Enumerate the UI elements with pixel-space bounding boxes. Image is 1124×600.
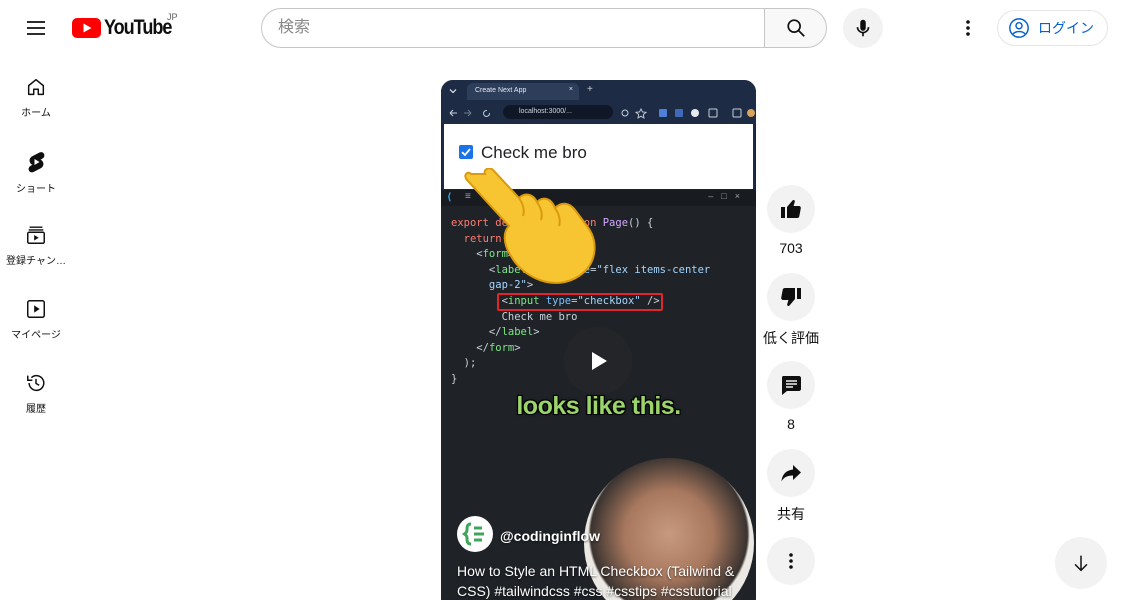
like-count: 703 xyxy=(779,240,803,256)
comment-count: 8 xyxy=(787,416,795,432)
editor-window-controls-icon: –□× xyxy=(708,191,748,201)
share-button[interactable] xyxy=(767,449,815,497)
video-tab-close-icon: × xyxy=(568,86,573,93)
logo-wordmark: YouTube xyxy=(104,16,172,39)
youtube-play-logo-icon xyxy=(72,18,101,38)
like-action: 703 xyxy=(767,185,815,256)
share-label: 共有 xyxy=(777,506,805,522)
play-button[interactable] xyxy=(564,327,632,395)
sidebar-item-label: ショート xyxy=(16,184,56,195)
demo-checkbox-label: Check me bro xyxy=(481,143,587,162)
vscode-icon: ⟨ xyxy=(447,192,452,203)
settings-more-button[interactable] xyxy=(948,8,988,48)
top-bar: YouTube JP ログイン xyxy=(0,0,1124,56)
share-action: 共有 xyxy=(767,449,815,524)
dislike-button[interactable] xyxy=(767,273,815,321)
more-vertical-icon xyxy=(789,553,793,569)
hamburger-menu-icon xyxy=(27,21,45,35)
video-nav-arrows-icon xyxy=(449,109,491,117)
sidebar-item-history[interactable]: 履歴 xyxy=(4,352,68,426)
history-icon xyxy=(27,375,45,392)
arrow-down-icon xyxy=(1074,555,1088,572)
sidebar-item-home[interactable]: ホーム xyxy=(4,56,68,130)
share-icon xyxy=(781,465,801,482)
code-line-8: </label> xyxy=(451,326,540,339)
account-circle-icon xyxy=(1009,18,1029,38)
search-button[interactable] xyxy=(764,8,827,48)
more-action xyxy=(767,537,815,585)
library-icon xyxy=(27,300,45,318)
search-input[interactable] xyxy=(261,8,764,48)
code-line-10: ); xyxy=(451,357,477,370)
home-icon xyxy=(27,78,45,96)
video-browser-bar: Create Next App × + localhost:3000/... xyxy=(441,80,756,124)
comment-button[interactable] xyxy=(767,361,815,409)
browser-dropdown-icon xyxy=(449,89,457,94)
code-line-7: Check me bro xyxy=(451,310,578,323)
sidebar-item-label: 履歴 xyxy=(26,404,46,415)
pointing-hand-emoji-icon xyxy=(464,168,596,284)
sidebar-item-mypage[interactable]: マイページ xyxy=(4,278,68,352)
comment-action: 8 xyxy=(767,361,815,432)
sidebar-item-label: 登録チャン… xyxy=(6,256,66,267)
thumbs-up-icon xyxy=(781,200,801,218)
video-toolbar-icons xyxy=(621,107,755,119)
sidebar-item-label: ホーム xyxy=(21,108,51,119)
comment-icon xyxy=(782,376,801,395)
video-browser-tab-title: Create Next App xyxy=(475,87,527,94)
sidebar-item-shorts[interactable]: ショート xyxy=(4,130,68,204)
video-caption: looks like this. xyxy=(516,392,681,420)
thumbs-down-icon xyxy=(781,288,801,306)
play-icon xyxy=(592,352,607,370)
video-new-tab-icon: + xyxy=(587,84,593,95)
shorts-icon xyxy=(28,152,45,173)
demo-checkbox xyxy=(459,145,473,159)
code-line-9: </form> xyxy=(451,341,521,354)
channel-avatar[interactable] xyxy=(457,516,493,552)
dislike-label: 低く評価 xyxy=(763,330,819,346)
login-label: ログイン xyxy=(1038,20,1094,36)
next-video-button[interactable] xyxy=(1055,537,1107,589)
microphone-icon xyxy=(856,19,870,37)
video-title[interactable]: How to Style an HTML Checkbox (Tailwind … xyxy=(457,561,749,600)
sidebar-item-subscriptions[interactable]: 登録チャン… xyxy=(4,204,68,278)
region-code: JP xyxy=(167,12,178,22)
video-browser-tab: Create Next App × xyxy=(467,83,579,100)
video-browser-url: localhost:3000/... xyxy=(503,105,613,119)
coding-in-flow-logo-icon xyxy=(462,522,484,546)
like-button[interactable] xyxy=(767,185,815,233)
shorts-video-player[interactable]: Create Next App × + localhost:3000/... C xyxy=(441,80,756,600)
checkmark-icon xyxy=(461,148,471,157)
guide-menu-button[interactable] xyxy=(16,8,56,48)
login-button[interactable]: ログイン xyxy=(997,10,1108,46)
code-line-11: } xyxy=(451,372,458,385)
dislike-action: 低く評価 xyxy=(763,273,819,348)
youtube-logo[interactable]: YouTube xyxy=(72,15,182,41)
more-vertical-icon xyxy=(966,20,970,36)
more-actions-button[interactable] xyxy=(767,537,815,585)
search-box xyxy=(261,8,827,48)
subscriptions-icon xyxy=(27,226,45,244)
search-icon xyxy=(786,19,805,37)
voice-search-button[interactable] xyxy=(843,8,883,48)
sidebar-item-label: マイページ xyxy=(11,330,61,341)
channel-handle[interactable]: @codinginflow xyxy=(500,528,600,544)
